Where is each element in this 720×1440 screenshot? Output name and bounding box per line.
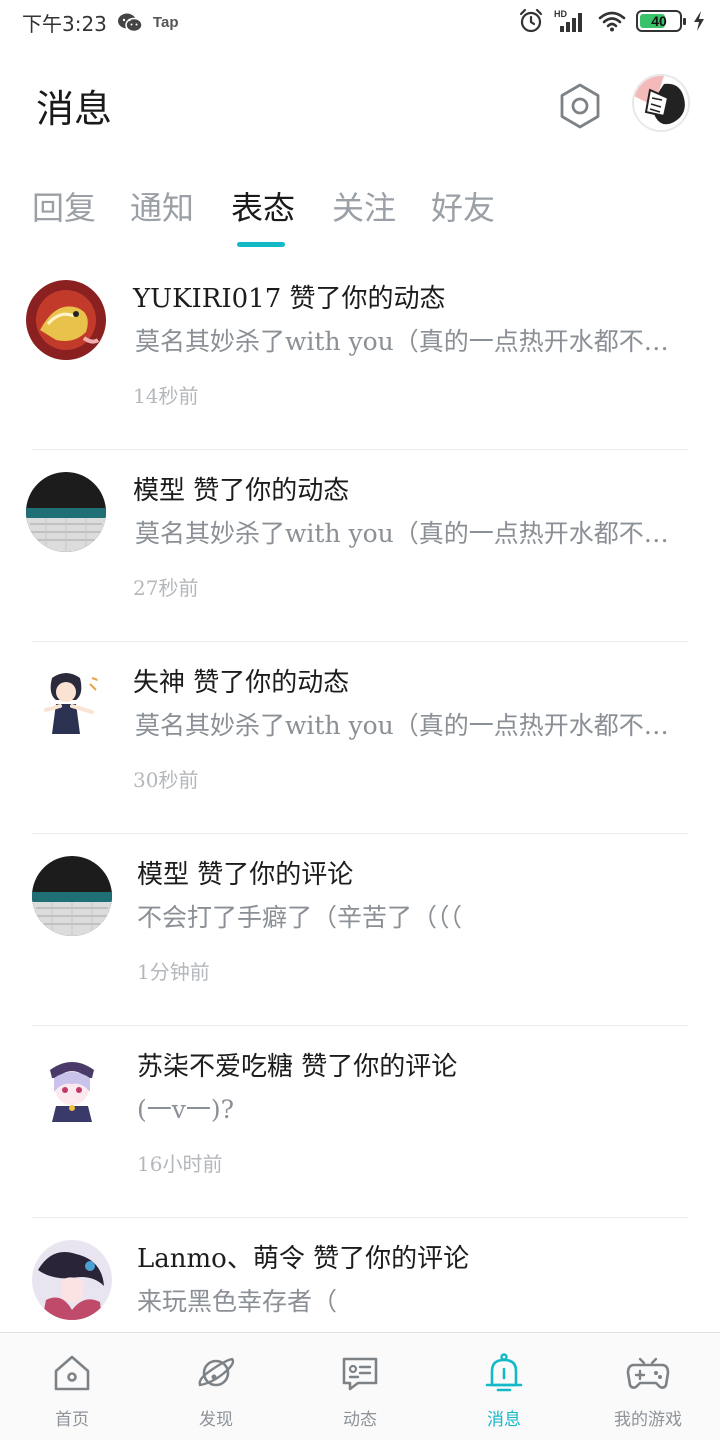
tab-bar: 回复 通知 表态 关注 好友 bbox=[0, 175, 720, 255]
gamepad-icon bbox=[626, 1357, 670, 1389]
message-title: YUKIRI017 赞了你的动态 bbox=[133, 284, 446, 314]
message-body: 莫名其妙杀了with you（真的一点热开水都不想喝 bbox=[135, 711, 690, 740]
tap-app-indicator: Tap bbox=[152, 14, 179, 31]
nav-messages[interactable]: 消息 bbox=[432, 1333, 576, 1440]
bottom-navigation: 首页 发现 动态 消息 我的游戏 bbox=[0, 1332, 720, 1440]
message-body: 不会打了手癖了（辛苦了（（（ bbox=[137, 903, 463, 932]
battery-tip bbox=[683, 18, 686, 25]
nav-feed-label: 动态 bbox=[343, 1410, 377, 1430]
wifi-icon bbox=[598, 11, 626, 32]
nav-my-games-label: 我的游戏 bbox=[614, 1410, 682, 1430]
settings-button[interactable] bbox=[554, 80, 606, 132]
message-time: 16小时前 bbox=[137, 1152, 223, 1176]
active-tab-indicator bbox=[237, 242, 285, 247]
status-left: 下午3:23 Tap bbox=[22, 8, 178, 37]
battery-level: 40 bbox=[651, 13, 667, 29]
message-title: Lanmo、萌令 赞了你的评论 bbox=[137, 1244, 470, 1274]
status-right: HD 40 bbox=[518, 8, 706, 34]
nav-my-games[interactable]: 我的游戏 bbox=[576, 1333, 720, 1440]
message-body: 莫名其妙杀了with you（真的一点热开水都不想喝 bbox=[135, 519, 690, 548]
message-body: 来玩黑色幸存者（ bbox=[137, 1287, 338, 1316]
status-time: 下午3:23 bbox=[22, 12, 107, 36]
tab-replies[interactable]: 回复 bbox=[32, 183, 96, 229]
charging-icon bbox=[694, 11, 704, 31]
chat-icon bbox=[342, 1357, 378, 1391]
nav-messages-label: 消息 bbox=[487, 1410, 521, 1430]
settings-hexagon-icon bbox=[560, 83, 600, 129]
avatar-dark[interactable] bbox=[32, 1240, 112, 1320]
message-title: 苏柒不爱吃糖 赞了你的评论 bbox=[137, 1052, 458, 1082]
nav-feed[interactable]: 动态 bbox=[288, 1333, 432, 1440]
page-title: 消息 bbox=[36, 87, 113, 131]
home-icon bbox=[54, 1355, 90, 1391]
list-item[interactable]: 模型 赞了你的动态 莫名其妙杀了with you（真的一点热开水都不想喝 27秒… bbox=[0, 450, 720, 642]
profile-avatar-image bbox=[634, 76, 688, 130]
tab-follows[interactable]: 关注 bbox=[332, 183, 396, 229]
message-title: 模型 赞了你的动态 bbox=[133, 476, 350, 506]
avatar-chibi[interactable] bbox=[32, 1048, 112, 1128]
wechat-icon bbox=[117, 13, 143, 32]
profile-avatar[interactable] bbox=[632, 74, 690, 132]
planet-icon bbox=[198, 1357, 235, 1387]
tab-friends[interactable]: 好友 bbox=[431, 183, 495, 229]
message-title: 模型 赞了你的评论 bbox=[137, 860, 354, 890]
message-time: 30秒前 bbox=[133, 768, 199, 792]
avatar-keyboard[interactable] bbox=[26, 472, 106, 552]
status-bar: 下午3:23 Tap HD 40 bbox=[0, 0, 720, 48]
network-type-label: HD bbox=[554, 9, 567, 19]
nav-discover[interactable]: 发现 bbox=[144, 1333, 288, 1440]
bell-icon bbox=[485, 1353, 523, 1392]
message-time: 14秒前 bbox=[133, 384, 199, 408]
list-item[interactable]: 失神 赞了你的动态 莫名其妙杀了with you（真的一点热开水都不想喝 30秒… bbox=[0, 642, 720, 834]
message-list: YUKIRI017 赞了你的动态 莫名其妙杀了with you（真的一点热开水都… bbox=[0, 258, 720, 1410]
message-time: 27秒前 bbox=[133, 576, 199, 600]
nav-home-label: 首页 bbox=[55, 1410, 89, 1430]
message-body: 莫名其妙杀了with you（真的一点热开水都不想喝 bbox=[135, 327, 690, 356]
list-item[interactable]: 模型 赞了你的评论 不会打了手癖了（辛苦了（（（ 1分钟前 bbox=[0, 834, 720, 1026]
tab-reactions[interactable]: 表态 bbox=[231, 183, 295, 229]
nav-discover-label: 发现 bbox=[199, 1410, 233, 1430]
avatar-dragon[interactable] bbox=[26, 280, 106, 360]
message-title: 失神 赞了你的动态 bbox=[133, 668, 350, 698]
nav-home[interactable]: 首页 bbox=[0, 1333, 144, 1440]
list-item[interactable]: YUKIRI017 赞了你的动态 莫名其妙杀了with you（真的一点热开水都… bbox=[0, 258, 720, 450]
tab-notifications[interactable]: 通知 bbox=[130, 183, 194, 229]
avatar-keyboard[interactable] bbox=[32, 856, 112, 936]
cellular-signal-icon: HD bbox=[554, 9, 582, 32]
battery-indicator: 40 bbox=[636, 10, 686, 32]
list-item[interactable]: 苏柒不爱吃糖 赞了你的评论 (一v一)? 16小时前 bbox=[0, 1026, 720, 1218]
header: 消息 bbox=[0, 60, 720, 150]
message-body: (一v一)? bbox=[137, 1095, 235, 1124]
message-time: 1分钟前 bbox=[137, 960, 210, 984]
alarm-icon bbox=[519, 8, 543, 33]
avatar-anime-girl[interactable] bbox=[26, 664, 106, 744]
